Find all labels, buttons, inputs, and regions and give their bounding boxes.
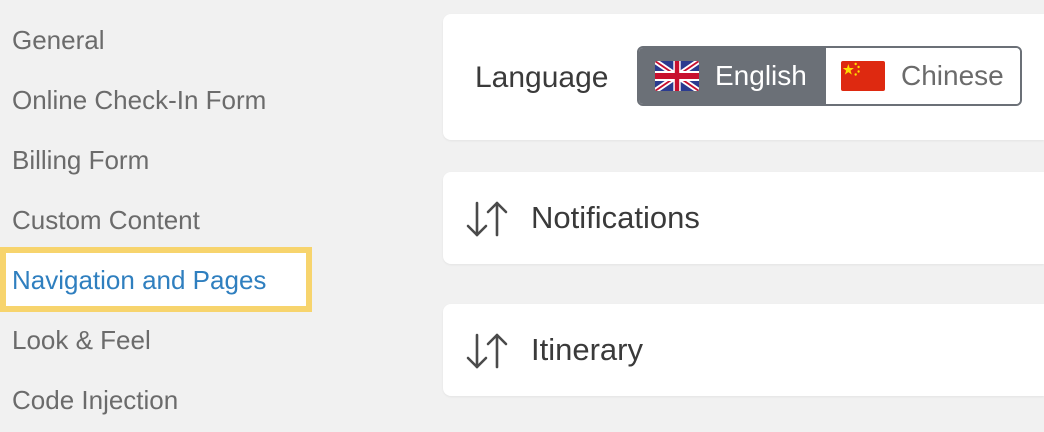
sidebar-item-look-and-feel[interactable]: Look & Feel — [12, 318, 151, 362]
sidebar-item-navigation-and-pages[interactable]: Navigation and Pages — [12, 258, 266, 302]
language-option-chinese-label: Chinese — [901, 60, 1004, 91]
sort-arrows-icon[interactable] — [465, 200, 509, 238]
notifications-section[interactable]: Notifications — [443, 172, 1044, 264]
sidebar-item-custom-content[interactable]: Custom Content — [12, 198, 200, 242]
notifications-title: Notifications — [531, 200, 700, 235]
language-option-english-label: English — [715, 60, 807, 91]
china-flag-icon — [841, 61, 885, 91]
language-card: Language English Chinese — [443, 14, 1044, 140]
itinerary-section[interactable]: Itinerary — [443, 304, 1044, 396]
sidebar-item-online-check-in-form[interactable]: Online Check-In Form — [12, 78, 266, 122]
sidebar-item-general[interactable]: General — [12, 18, 105, 62]
itinerary-title: Itinerary — [531, 332, 643, 367]
language-option-english[interactable]: English — [639, 48, 826, 104]
sort-arrows-icon[interactable] — [465, 332, 509, 370]
language-toggle: English Chinese — [637, 46, 1022, 106]
language-option-chinese[interactable]: Chinese — [826, 48, 1020, 104]
sidebar-item-code-injection[interactable]: Code Injection — [12, 378, 178, 422]
language-label: Language — [475, 61, 609, 94]
uk-flag-icon — [655, 61, 699, 91]
settings-sidebar: General Online Check-In Form Billing For… — [0, 0, 360, 432]
sidebar-item-billing-form[interactable]: Billing Form — [12, 138, 149, 182]
